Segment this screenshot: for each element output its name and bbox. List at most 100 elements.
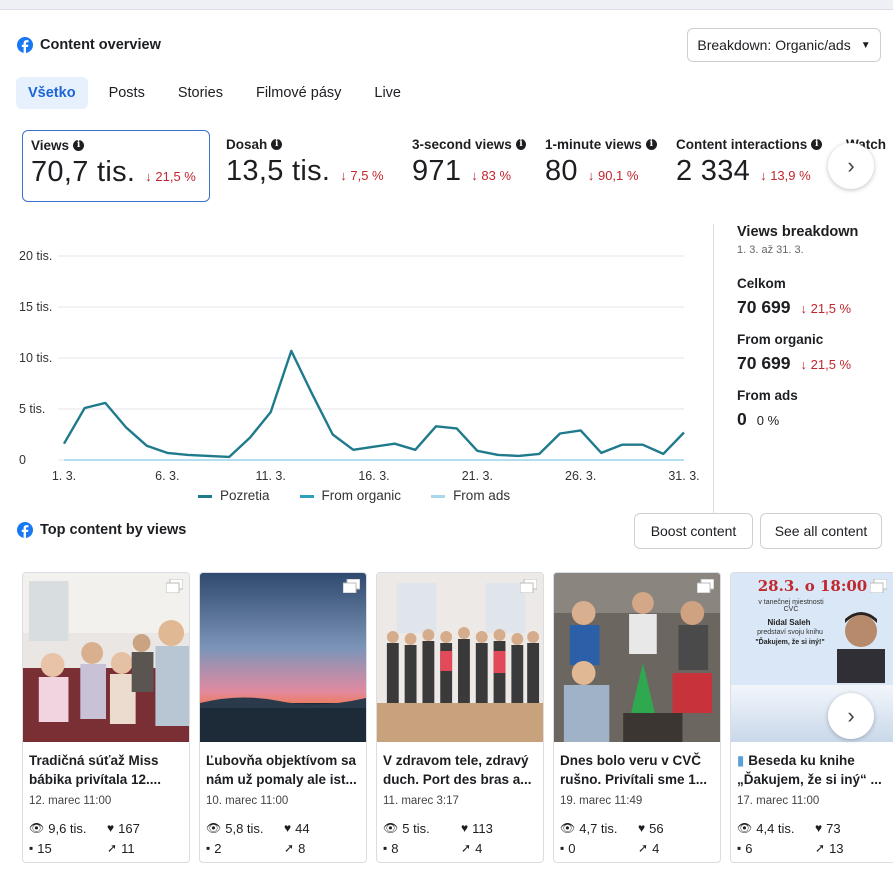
tab-vsetko[interactable]: Všetko xyxy=(16,77,88,109)
total-label: Celkom xyxy=(737,276,786,291)
metric-content-interactions[interactable]: Content interactions i 2 334 ↓ 13,9 % xyxy=(668,130,838,202)
card-title: Ľubovňa objektívom sa nám už pomaly ale … xyxy=(206,753,357,787)
content-card[interactable]: Ľubovňa objektívom sa nám už pomaly ale … xyxy=(199,572,367,863)
content-overview-header: Content overview xyxy=(17,37,161,53)
x-tick-label: 1. 3. xyxy=(52,469,76,483)
poster-line: predstaví svoju knihu xyxy=(757,629,823,636)
comment-icon: ▪ xyxy=(206,841,211,855)
ads-label: From ads xyxy=(737,388,798,403)
content-card[interactable]: Dnes bolo veru v CVČ rušno. Privítali sm… xyxy=(553,572,721,863)
heart-icon: ♥ xyxy=(638,821,646,835)
views-line-chart: 20 tis. 15 tis. 10 tis. 5 tis. 0 1. 3. 6. 3. 11… xyxy=(19,249,700,483)
chevron-right-icon: › xyxy=(847,153,855,178)
card-shares: 13 xyxy=(829,840,844,856)
metric-delta: ↓ 13,9 % xyxy=(760,168,811,183)
organic-label: From organic xyxy=(737,332,824,347)
metric-views[interactable]: Views i 70,7 tis. ↓ 21,5 % xyxy=(22,130,210,202)
post-thumbnail-image xyxy=(23,573,189,742)
boost-content-button[interactable]: Boost content xyxy=(634,513,753,549)
top-content-header: Top content by views xyxy=(17,522,186,538)
y-tick-label: 5 tis. xyxy=(19,402,45,416)
card-comments: 15 xyxy=(37,840,52,856)
tab-posts[interactable]: Posts xyxy=(97,77,157,109)
tab-stories[interactable]: Stories xyxy=(166,77,235,109)
metric-value: 13,5 tis. xyxy=(226,155,331,187)
card-date: 12. marec 11:00 xyxy=(29,795,112,807)
books-icon: ▮ xyxy=(737,753,745,768)
x-tick-label: 6. 3. xyxy=(155,469,179,483)
info-icon[interactable]: i xyxy=(645,139,657,150)
legend-label: From ads xyxy=(453,488,511,503)
metric-delta: ↓ 90,1 % xyxy=(587,168,639,183)
page-title: Content overview xyxy=(40,37,161,53)
metric-3-second-views[interactable]: 3-second views i 971 ↓ 83 % xyxy=(404,130,534,202)
post-thumbnail-image xyxy=(554,573,720,742)
metric-delta: ↓ 21,5 % xyxy=(145,169,196,184)
eye-icon: 👁 xyxy=(29,821,45,835)
metric-1-minute-views[interactable]: 1-minute views i 80 ↓ 90,1 % xyxy=(537,130,665,202)
chart-legend: Pozretia From organic From ads xyxy=(198,488,510,503)
eye-icon: 👁 xyxy=(737,821,753,835)
eye-icon: 👁 xyxy=(383,821,399,835)
card-date: 11. marec 3:17 xyxy=(383,795,459,807)
card-likes: 44 xyxy=(295,820,310,836)
post-thumbnail-image xyxy=(377,573,543,742)
metric-dosah[interactable]: Dosah i 13,5 tis. ↓ 7,5 % xyxy=(218,130,398,202)
legend-label: Pozretia xyxy=(220,488,270,503)
tab-live[interactable]: Live xyxy=(362,77,413,109)
info-icon[interactable]: i xyxy=(73,140,85,151)
metric-value: 80 xyxy=(545,155,578,187)
card-likes: 167 xyxy=(118,820,140,836)
x-tick-label: 31. 3. xyxy=(668,469,699,483)
metric-label: 3-second views xyxy=(412,137,512,152)
poster-place: v tanečnej miestnosti CVČ xyxy=(758,599,824,613)
breakdown-dropdown[interactable]: Breakdown: Organic/ads ▼ xyxy=(687,28,881,62)
card-shares: 11 xyxy=(121,840,135,856)
cards-next-button[interactable]: › xyxy=(828,693,874,739)
share-icon: ➚ xyxy=(461,841,472,855)
poster-date: 28.3. o 18:00 xyxy=(757,577,868,595)
multiple-media-icon xyxy=(343,579,360,593)
card-views: 5 tis. xyxy=(402,820,430,836)
content-card[interactable]: Tradičná súťaž Miss bábika privítala 12.… xyxy=(22,572,190,863)
share-icon: ➚ xyxy=(815,841,826,855)
views-breakdown-panel: Views breakdown 1. 3. až 31. 3. Celkom 7… xyxy=(737,224,893,430)
legend-item-from-ads[interactable]: From ads xyxy=(431,488,510,503)
card-shares: 8 xyxy=(298,840,306,856)
metric-label: Views xyxy=(31,138,70,153)
metrics-next-button[interactable]: › xyxy=(828,143,874,189)
metric-value: 971 xyxy=(412,155,462,187)
card-title: Dnes bolo veru v CVČ rušno. Privítali sm… xyxy=(560,753,708,787)
content-card[interactable]: V zdravom tele, zdravý duch. Port des br… xyxy=(376,572,544,863)
facebook-icon xyxy=(17,37,33,53)
organic-delta: ↓ 21,5 % xyxy=(800,357,852,372)
legend-item-from-organic[interactable]: From organic xyxy=(299,488,401,503)
card-date: 10. marec 11:00 xyxy=(206,795,289,807)
info-icon[interactable]: i xyxy=(515,139,526,150)
card-date: 19. marec 11:49 xyxy=(560,795,643,807)
breakdown-range: 1. 3. až 31. 3. xyxy=(737,244,804,256)
x-tick-label: 11. 3. xyxy=(255,469,285,483)
tab-filmove-pasy[interactable]: Filmové pásy xyxy=(244,77,353,109)
total-delta: ↓ 21,5 % xyxy=(800,301,852,316)
info-icon[interactable]: i xyxy=(811,139,823,150)
info-icon[interactable]: i xyxy=(271,139,283,150)
card-views: 4,7 tis. xyxy=(579,820,618,836)
comment-icon: ▪ xyxy=(737,841,742,855)
see-all-content-button[interactable]: See all content xyxy=(760,513,882,549)
organic-value: 70 699 xyxy=(737,353,791,373)
metric-value: 2 334 xyxy=(676,155,751,187)
facebook-icon xyxy=(17,522,33,538)
eye-icon: 👁 xyxy=(560,821,576,835)
poster-book: "Ďakujem, že si iný!" xyxy=(755,639,825,646)
metric-delta: ↓ 7,5 % xyxy=(340,168,384,183)
x-tick-label: 26. 3. xyxy=(565,469,596,483)
top-content-title: Top content by views xyxy=(40,522,187,538)
y-tick-label: 20 tis. xyxy=(19,249,52,263)
heart-icon: ♥ xyxy=(461,821,469,835)
legend-item-pozretia[interactable]: Pozretia xyxy=(198,488,270,503)
card-views: 4,4 tis. xyxy=(756,820,795,836)
card-views: 5,8 tis. xyxy=(225,820,264,836)
post-thumbnail-image xyxy=(200,573,366,742)
metric-label: Dosah xyxy=(226,137,268,152)
